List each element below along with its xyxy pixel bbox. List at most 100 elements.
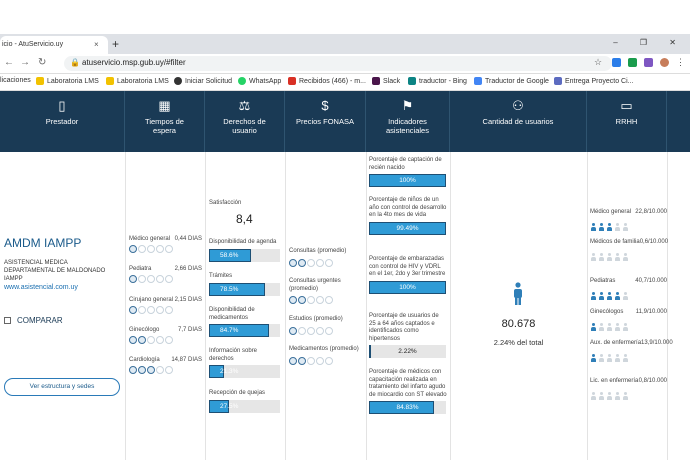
extension-icon[interactable] [628, 58, 637, 67]
price-rating [289, 258, 364, 267]
tab-tiempos-espera[interactable]: ▦ Tiempos de espera [125, 91, 205, 152]
dollar-icon [316, 258, 324, 267]
menu-icon[interactable]: ⋮ [676, 57, 685, 68]
indicator-bar: 100% [369, 174, 446, 187]
column-divider [366, 152, 367, 460]
rrhh-item: Lic. en enfermería 0,8/10.000 [590, 378, 667, 405]
tab-cantidad-usuarios[interactable]: ⚇ Cantidad de usuarios [450, 91, 587, 152]
column-divider [125, 152, 126, 460]
bookmark-item[interactable]: Entrega Proyecto Ci... [554, 77, 633, 85]
extension-icon[interactable] [644, 58, 653, 67]
bookmark-item[interactable]: traductor - Bing [408, 77, 467, 85]
tab-indicadores[interactable]: ⚑ Indicadores asistenciales [366, 91, 450, 152]
dollar-icon [298, 326, 306, 335]
scales-icon: ⚖ [238, 98, 251, 113]
indicator-label: Porcentaje de embarazadas con control de… [369, 256, 446, 277]
clock-icon [138, 306, 146, 314]
price-rating [289, 326, 364, 335]
new-tab-button[interactable]: + [112, 37, 119, 51]
indicator-bar: 100% [369, 280, 446, 294]
rrhh-label: Ginecólogos [590, 309, 624, 315]
provider-website-link[interactable]: www.asistencial.com.uy [4, 284, 78, 291]
browser-tab[interactable]: icio - AtuServicio.uy [0, 36, 108, 54]
rrhh-rating [590, 218, 667, 236]
bookmark-star-icon[interactable]: ☆ [594, 57, 602, 68]
dollar-icon [298, 258, 306, 267]
bookmark-item[interactable]: Laboratoria LMS [36, 77, 99, 85]
clock-icon [138, 275, 146, 283]
rrhh-value: 40,7/10.000 [635, 278, 667, 284]
rights-label: Disponibilidad de agenda [209, 239, 277, 245]
translate-icon [474, 77, 482, 85]
rrhh-value: 22,8/10.000 [635, 209, 667, 215]
dollar-icon [307, 296, 315, 304]
structure-button[interactable]: Ver estructura y sedes [4, 378, 120, 396]
rights-label: Disponibilidad de medicamentos [209, 307, 255, 321]
bookmark-item[interactable]: Traductor de Google [474, 77, 549, 85]
price-rating [289, 296, 364, 304]
avatar[interactable] [660, 58, 669, 67]
add-user-icon: ⚇ [512, 98, 524, 113]
window-controls[interactable]: – ❐ ✕ [613, 38, 686, 47]
bookmark-item[interactable]: licaciones [0, 77, 31, 84]
compare-checkbox[interactable]: COMPARAR [4, 316, 63, 325]
clock-icon [129, 245, 137, 253]
building-icon: ▯ [58, 98, 66, 113]
dollar-icon [325, 326, 333, 335]
person-icon [598, 392, 605, 400]
indicator-item: Porcentaje de usuarios de 25 a 64 años c… [369, 313, 447, 358]
indicator-label: Porcentaje de médicos con capacitación r… [369, 369, 447, 398]
rights-bar: 84.7% [209, 324, 280, 337]
lock-icon[interactable]: 🔒 [70, 58, 80, 67]
person-icon [622, 323, 629, 331]
person-icon [514, 282, 522, 305]
indicator-item: Porcentaje de embarazadas con control de… [369, 256, 447, 294]
tab-precios-fonasa[interactable]: $ Precios FONASA [285, 91, 366, 152]
satisfaction-value: 8,4 [236, 212, 253, 226]
bookmark-item[interactable]: Iniciar Solicitud [174, 77, 232, 85]
indicator-bar: 2.22% [369, 345, 446, 358]
dollar-icon [289, 258, 297, 267]
calendar-icon: ▦ [158, 98, 171, 113]
tab-derechos-usuario[interactable]: ⚖ Derechos de usuario [205, 91, 285, 152]
clock-icon [165, 245, 173, 253]
provider-full-name: ASISTENCIAL MEDICA DEPARTAMENTAL DE MALD… [4, 260, 106, 282]
bookmark-item[interactable]: WhatsApp [238, 77, 281, 85]
wait-time-rating [129, 336, 202, 344]
clock-icon [138, 245, 146, 253]
person-icon [614, 223, 621, 231]
person-icon [622, 392, 629, 400]
rrhh-rating [590, 287, 667, 305]
bookmark-item[interactable]: Slack [372, 77, 400, 85]
extension-icon[interactable] [612, 58, 621, 67]
column-divider [450, 152, 451, 460]
rrhh-rating [590, 248, 667, 266]
dollar-icon [325, 258, 333, 267]
wait-time-item: Médico general 0,44 DIAS [129, 236, 202, 253]
rights-label: Información sobre derechos [209, 348, 258, 362]
rights-bar: 58.6% [209, 248, 280, 262]
clock-icon [129, 336, 137, 344]
dollar-icon [307, 258, 315, 267]
forward-icon[interactable]: → [20, 57, 30, 68]
reload-icon[interactable]: ↻ [38, 57, 46, 68]
rights-label: Trámites [209, 273, 233, 279]
person-icon [590, 392, 597, 400]
checkbox-box[interactable] [4, 317, 11, 324]
dollar-icon [316, 296, 324, 304]
wait-time-label: Ginecólogo [129, 327, 160, 333]
price-rating [289, 356, 364, 365]
close-tab-icon[interactable]: × [94, 40, 99, 49]
satisfaction-label: Satisfacción [209, 200, 242, 206]
person-icon [614, 354, 621, 362]
back-icon[interactable]: ← [4, 57, 14, 68]
wait-time-item: Cirujano general 2,15 DIAS [129, 297, 202, 314]
rrhh-value: 13,9/10.000 [641, 340, 673, 346]
clock-icon [138, 336, 146, 344]
bookmark-item[interactable]: Recibidos (466) - m... [288, 77, 366, 85]
tab-prestador[interactable]: ▯ Prestador [0, 91, 125, 152]
tab-title: icio - AtuServicio.uy [2, 41, 64, 48]
bookmark-item[interactable]: Laboratoria LMS [106, 77, 169, 85]
wait-time-label: Cirujano general [129, 297, 174, 303]
tab-rrhh[interactable]: ▭ RRHH [587, 91, 667, 152]
